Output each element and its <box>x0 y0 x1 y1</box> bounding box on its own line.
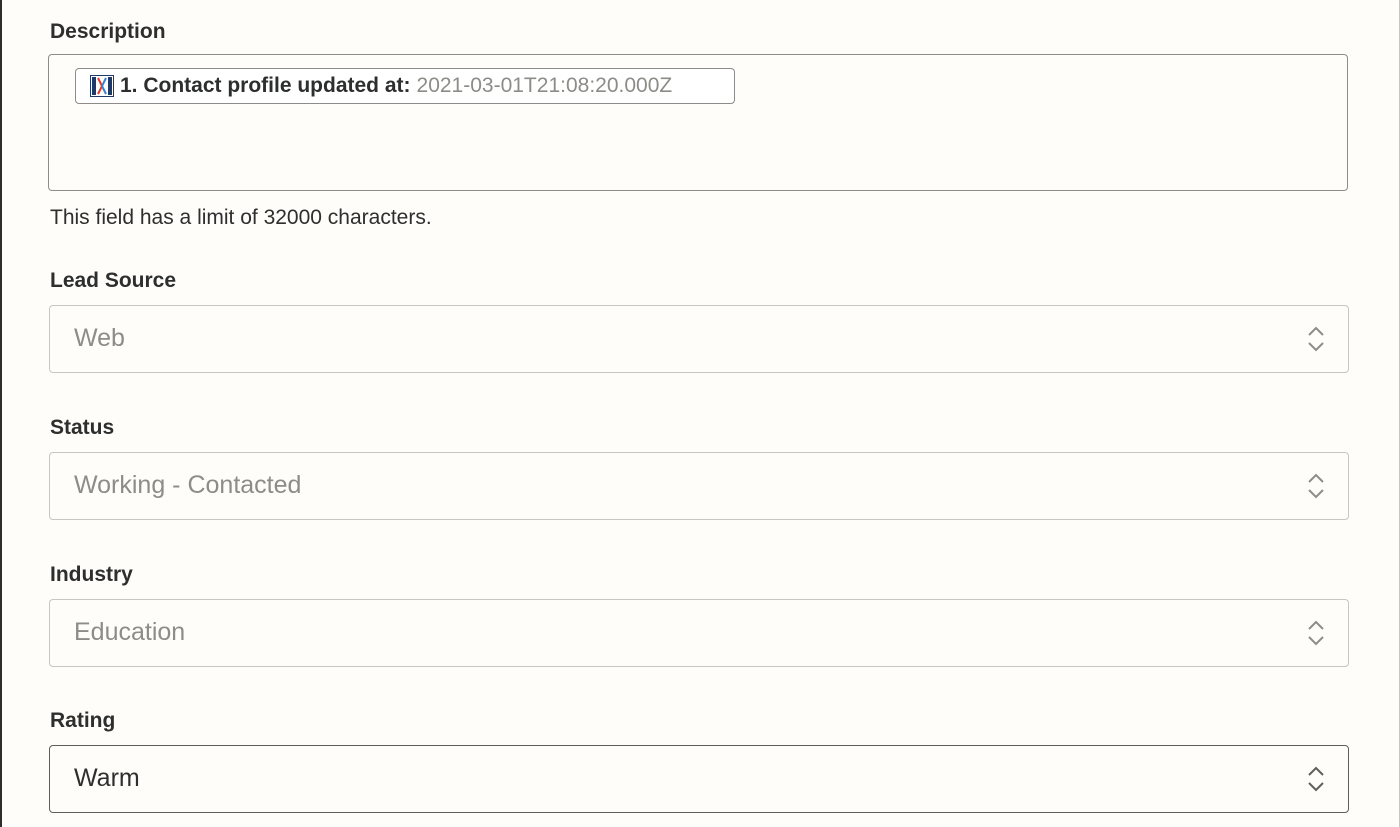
lead-source-label: Lead Source <box>50 269 177 292</box>
pill-label: 1. Contact profile updated at: <box>120 74 411 97</box>
description-limit-hint: This field has a limit of 32000 characte… <box>50 206 432 229</box>
field-mapping-pill[interactable]: 1. Contact profile updated at: 2021-03-0… <box>75 68 735 104</box>
panel-left-border <box>0 0 2 827</box>
chevron-up-down-icon <box>1308 620 1324 646</box>
rating-value: Warm <box>74 764 140 792</box>
rating-label: Rating <box>50 709 116 732</box>
chevron-up-down-icon <box>1308 473 1324 499</box>
lead-source-select[interactable]: Web <box>49 305 1349 373</box>
app-logo-icon <box>90 75 114 97</box>
status-select[interactable]: Working - Contacted <box>49 452 1349 520</box>
industry-value: Education <box>74 618 186 646</box>
industry-label: Industry <box>50 563 133 586</box>
rating-select[interactable]: Warm <box>49 745 1349 813</box>
description-label: Description <box>50 20 166 43</box>
chevron-up-down-icon <box>1308 326 1324 352</box>
description-field[interactable]: 1. Contact profile updated at: 2021-03-0… <box>48 54 1348 191</box>
chevron-up-down-icon <box>1308 766 1324 792</box>
status-label: Status <box>50 416 115 439</box>
industry-select[interactable]: Education <box>49 599 1349 667</box>
pill-value: 2021-03-01T21:08:20.000Z <box>416 74 673 97</box>
status-value: Working - Contacted <box>74 471 302 499</box>
lead-source-value: Web <box>74 324 125 352</box>
